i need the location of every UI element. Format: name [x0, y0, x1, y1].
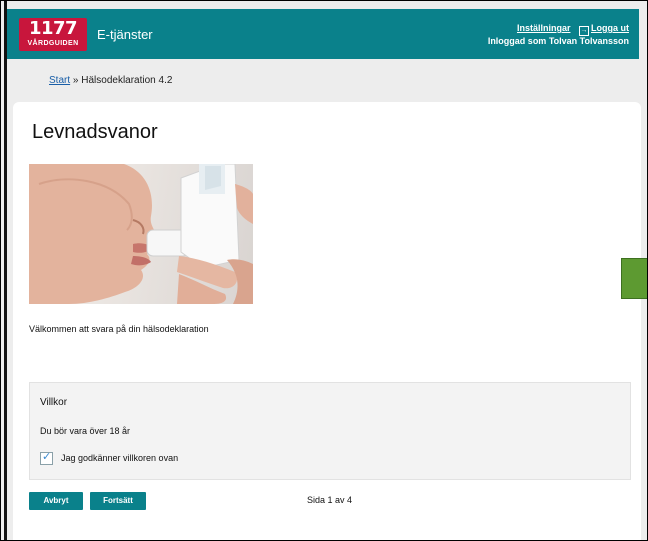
- content-card: Levnadsvanor Välkommen att svara på din …: [13, 102, 641, 540]
- accept-terms-checkbox[interactable]: ✓: [40, 449, 53, 465]
- breadcrumb-home-link[interactable]: Start: [49, 75, 70, 86]
- breadcrumb-separator: »: [72, 75, 79, 86]
- logo-1177[interactable]: 1177 VÅRDGUIDEN: [19, 18, 87, 51]
- service-title: E-tjänster: [97, 27, 153, 42]
- checkmark-icon: ✓: [42, 449, 52, 463]
- breadcrumb: Start » Hälsodeklaration 4.2: [49, 75, 172, 87]
- inhaler-photo: [29, 164, 253, 304]
- app-window: 1177 VÅRDGUIDEN E-tjänster Inställningar…: [0, 0, 648, 541]
- welcome-text: Välkommen att svara på din hälsodeklarat…: [29, 324, 209, 334]
- page-counter: Sida 1 av 4: [307, 495, 353, 505]
- logo-subtitle: VÅRDGUIDEN: [27, 40, 79, 47]
- logout-icon[interactable]: →: [579, 26, 589, 36]
- accept-terms-label[interactable]: Jag godkänner villkoren ovan: [61, 453, 178, 464]
- top-header: 1177 VÅRDGUIDEN E-tjänster Inställningar…: [7, 9, 639, 59]
- user-menu: Inställningar → Logga ut Inloggad som Tol…: [488, 23, 629, 47]
- left-border-line: [4, 1, 7, 540]
- green-marker: [621, 258, 647, 299]
- terms-section: Villkor Du bör vara över 18 år ✓ Jag god…: [29, 382, 631, 480]
- header-links: Inställningar → Logga ut: [488, 23, 629, 36]
- accept-terms-row[interactable]: ✓ Jag godkänner villkoren ovan: [40, 449, 178, 465]
- logo-number: 1177: [28, 18, 78, 39]
- terms-text: Du bör vara över 18 år: [40, 426, 131, 436]
- settings-link[interactable]: Inställningar: [517, 23, 571, 33]
- logout-link[interactable]: Logga ut: [591, 23, 629, 33]
- logged-in-text: Inloggad som Tolvan Tolvansson: [487, 36, 629, 46]
- page-title: Levnadsvanor: [32, 121, 158, 143]
- inhaler-illustration: [29, 164, 253, 304]
- cancel-button[interactable]: Avbryt: [29, 492, 83, 510]
- terms-title: Villkor: [40, 397, 68, 408]
- continue-button[interactable]: Fortsätt: [90, 492, 146, 510]
- breadcrumb-current: Hälsodeklaration 4.2: [81, 75, 173, 86]
